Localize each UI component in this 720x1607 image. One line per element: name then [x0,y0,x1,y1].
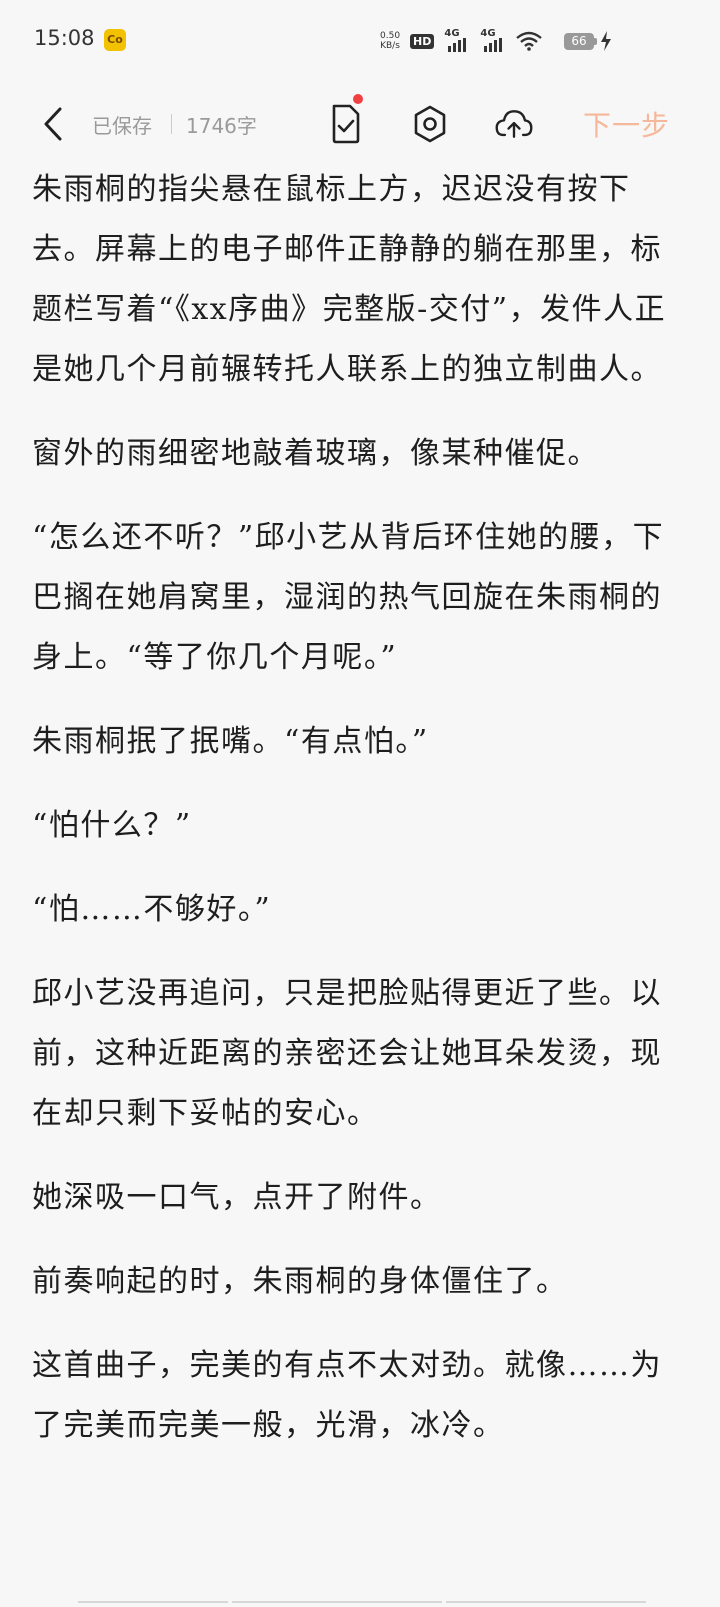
paragraph: 朱雨桐的指尖悬在鼠标上方，迟迟没有按下去。屏幕上的电子邮件正静静的躺在那里，标题… [32,172,667,387]
wifi-icon [516,31,543,51]
signal-sim1-icon: 4G [444,28,470,52]
sim2-network-type: 4G [480,28,496,39]
cloud-upload-icon[interactable] [494,102,534,146]
word-count: 1746字 [186,114,257,138]
network-speed-value: 0.50 [380,31,401,41]
paragraph: 窗外的雨细密地敲着玻璃，像某种催促。 [32,436,599,471]
bottom-keyboard-hint [78,1588,678,1603]
sim1-network-type: 4G [444,28,460,39]
editor-toolbar: 已保存 1746字 下一步 [0,94,720,152]
paragraph: 朱雨桐抿了抿嘴。“有点怕。” [32,724,429,759]
charging-bolt-icon [601,31,611,51]
notification-dot [353,94,363,104]
saved-status: 已保存 [92,114,152,138]
proofread-check-icon[interactable] [326,102,366,146]
battery-icon: 66 [564,33,594,50]
signal-sim2-icon: 4G [480,28,506,52]
paragraph: 前奏响起的时，朱雨桐的身体僵住了。 [32,1264,568,1299]
paragraph: 她深吸一口气，点开了附件。 [32,1180,442,1215]
network-speed-unit: KB/s [380,41,400,51]
next-step-button[interactable]: 下一步 [583,104,670,144]
back-arrow-icon[interactable] [38,104,68,144]
status-bar: 15:08 Co 0.50 KB/s HD 4G 4G 66 [0,0,720,80]
toolbar-divider [171,114,172,134]
network-speed: 0.50 KB/s [380,31,400,51]
status-indicators: 0.50 KB/s HD 4G 4G [380,28,543,54]
battery-tip [594,38,597,45]
notification-app-icon: Co [104,29,126,51]
paragraph: “怕什么？” [32,808,192,843]
paragraph: 这首曲子，完美的有点不太对劲。就像……为了完美而完美一般，光滑，冰冷。 [32,1348,662,1443]
paragraph: 邱小艺没再追问，只是把脸贴得更近了些。以前，这种近距离的亲密还会让她耳朵发烫，现… [32,976,662,1131]
paragraph: “怕……不够好。” [32,892,272,927]
paragraph: “怎么还不听？”邱小艺从背后环住她的腰，下巴搁在她肩窝里，湿润的热气回旋在朱雨桐… [32,520,665,675]
hd-voice-icon: HD [410,33,435,49]
settings-hexagon-icon[interactable] [410,102,450,146]
editor-content[interactable]: 朱雨桐的指尖悬在鼠标上方，迟迟没有按下去。屏幕上的电子邮件正静静的躺在那里，标题… [32,160,692,1480]
status-time: 15:08 [34,26,95,50]
